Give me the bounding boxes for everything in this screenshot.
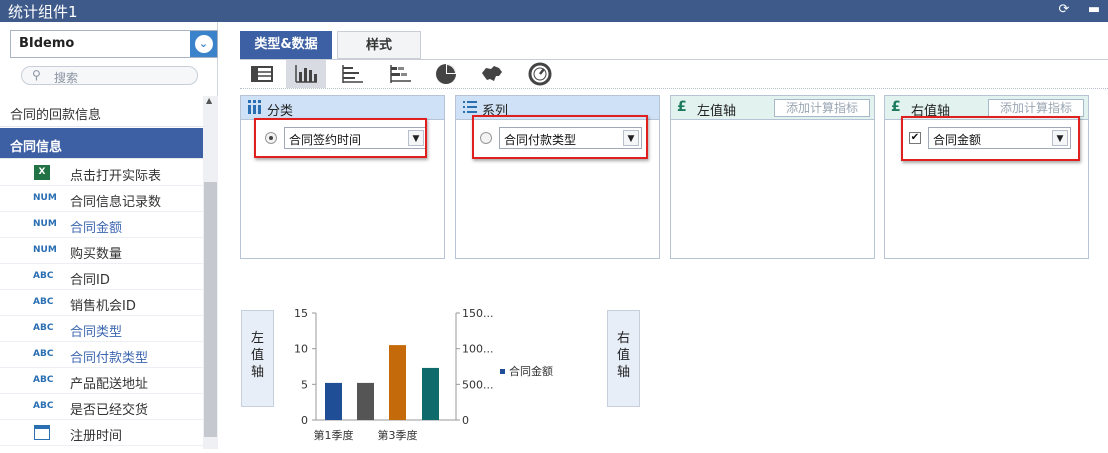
- y-tick-label: 15: [294, 307, 308, 320]
- tree-field[interactable]: ABC 合同ID: [0, 264, 203, 290]
- chart-svg: 15 10 5 0 150... 100... 500... 0 第1季度 第3季度 合同金额: [294, 307, 553, 442]
- column-chart-icon[interactable]: [286, 60, 326, 88]
- abc-type-icon: ABC: [33, 375, 54, 385]
- abc-type-icon: ABC: [33, 297, 54, 307]
- tree-field[interactable]: ABC 合同付款类型: [0, 342, 203, 368]
- highlight-box: [472, 115, 648, 159]
- field-tree: 合同的回款信息 合同信息 X 点击打开实际表 NUM 合同信息记录数 NUM 合同金额…: [0, 96, 203, 449]
- refresh-icon[interactable]: ⟳: [1056, 2, 1072, 18]
- table-chart-icon[interactable]: [242, 60, 282, 88]
- tree-field[interactable]: ABC 产品配送地址: [0, 368, 203, 394]
- scrollbar-thumb[interactable]: [204, 182, 217, 437]
- scroll-up-icon[interactable]: ▲: [206, 96, 212, 105]
- left-axis-zone[interactable]: £ 左值轴 添加计算指标: [670, 95, 875, 259]
- left-axis-button[interactable]: 左值轴: [241, 310, 274, 407]
- chart-bar: [422, 367, 439, 420]
- tab-type-data[interactable]: 类型&数据: [240, 31, 332, 59]
- field-label: 购买数量: [70, 247, 123, 262]
- x-tick-label: 第1季度: [314, 428, 354, 442]
- tree-group-label: 合同的回款信息: [10, 108, 102, 123]
- datasource-dropdown-button[interactable]: ⌄: [190, 31, 217, 57]
- field-label: 是否已经交货: [70, 403, 149, 418]
- right-axis-button[interactable]: 右值轴: [607, 310, 640, 407]
- pound-sign-icon: £: [891, 99, 901, 115]
- y2-tick-label: 150...: [462, 307, 494, 320]
- y-tick-label: 0: [301, 414, 308, 427]
- search-input[interactable]: ⚲ 搜索: [21, 66, 198, 85]
- field-label: 合同金额: [70, 221, 123, 236]
- field-label: 合同信息记录数: [70, 195, 162, 210]
- tree-field[interactable]: X 点击打开实际表: [0, 160, 203, 186]
- window-titlebar: 统计组件1 ⟳ ▬: [0, 0, 1108, 22]
- tree-field[interactable]: NUM 合同金额: [0, 212, 203, 238]
- abc-type-icon: ABC: [33, 349, 54, 359]
- add-calc-metric-button[interactable]: 添加计算指标: [988, 99, 1084, 117]
- datasource-select[interactable]: BIdemo ⌄: [10, 30, 218, 58]
- tree-field[interactable]: NUM 购买数量: [0, 238, 203, 264]
- y2-tick-label: 100...: [462, 343, 494, 356]
- chevron-down-icon: ⌄: [194, 35, 213, 53]
- legend-swatch: [500, 369, 505, 374]
- highlight-box: [901, 116, 1080, 161]
- x-tick-label: 第3季度: [378, 428, 418, 442]
- tab-style[interactable]: 样式: [337, 31, 421, 59]
- datasource-value: BIdemo: [19, 36, 75, 51]
- field-label: 产品配送地址: [70, 377, 149, 392]
- tree-group-selected[interactable]: 合同信息: [0, 128, 203, 159]
- field-label: 合同类型: [70, 325, 123, 340]
- series-icon: [463, 101, 477, 113]
- field-label: 合同付款类型: [70, 351, 149, 366]
- toolbar-divider: [240, 88, 1108, 89]
- bar-chart-icon[interactable]: [332, 60, 372, 88]
- gauge-chart-icon[interactable]: [520, 60, 560, 88]
- tree-field[interactable]: 注册时间: [0, 420, 203, 446]
- field-label: 点击打开实际表: [70, 169, 162, 184]
- field-label: 销售机会ID: [70, 299, 136, 314]
- pound-sign-icon: £: [677, 99, 687, 115]
- minimize-icon[interactable]: ▬: [1086, 2, 1102, 18]
- left-axis-zone-title: 左值轴: [697, 104, 737, 119]
- num-type-icon: NUM: [33, 193, 57, 203]
- chart-bar: [325, 382, 342, 420]
- highlight-box: [254, 118, 427, 158]
- abc-type-icon: ABC: [33, 401, 54, 411]
- y2-tick-label: 0: [462, 414, 469, 427]
- category-zone-header: 分类: [241, 96, 444, 120]
- chart-bar: [389, 345, 406, 420]
- chart-bar: [357, 382, 374, 420]
- tree-field[interactable]: ABC 是否已经交货: [0, 394, 203, 420]
- tree-field[interactable]: NUM 合同信息记录数: [0, 186, 203, 212]
- tree-field[interactable]: ABC 合同类型: [0, 316, 203, 342]
- pie-chart-icon[interactable]: [426, 60, 466, 88]
- window-title: 统计组件1: [8, 3, 78, 21]
- field-panel: BIdemo ⌄ ⚲ 搜索 合同的回款信息 合同信息 X 点击打开实际表 NUM 合…: [0, 22, 218, 449]
- left-axis-zone-header: £ 左值轴 添加计算指标: [671, 96, 874, 120]
- y-tick-label: 5: [301, 378, 308, 391]
- num-type-icon: NUM: [33, 219, 57, 229]
- calendar-icon: [34, 425, 50, 440]
- chart-preview: 15 10 5 0 150... 100... 500... 0 第1季度 第3季度 合同金额: [280, 305, 580, 449]
- search-icon: ⚲: [32, 68, 41, 82]
- add-calc-metric-button[interactable]: 添加计算指标: [774, 99, 870, 117]
- category-zone-title: 分类: [267, 104, 294, 119]
- stacked-bar-chart-icon[interactable]: [380, 60, 420, 88]
- tree-field[interactable]: ABC 销售机会ID: [0, 290, 203, 316]
- num-type-icon: NUM: [33, 245, 57, 255]
- map-chart-icon[interactable]: [472, 60, 512, 88]
- tree-group[interactable]: 合同的回款信息: [0, 96, 203, 127]
- abc-type-icon: ABC: [33, 271, 54, 281]
- field-label: 合同ID: [70, 273, 110, 288]
- abc-type-icon: ABC: [33, 323, 54, 333]
- excel-icon: X: [34, 165, 50, 180]
- y-tick-label: 10: [294, 343, 308, 356]
- tree-group-label: 合同信息: [10, 140, 63, 155]
- category-icon: [248, 100, 261, 114]
- field-label: 注册时间: [70, 429, 123, 444]
- y2-tick-label: 500...: [462, 378, 494, 391]
- tree-scrollbar[interactable]: ▲: [203, 96, 218, 449]
- search-placeholder: 搜索: [54, 71, 79, 85]
- legend-label: 合同金额: [509, 364, 553, 378]
